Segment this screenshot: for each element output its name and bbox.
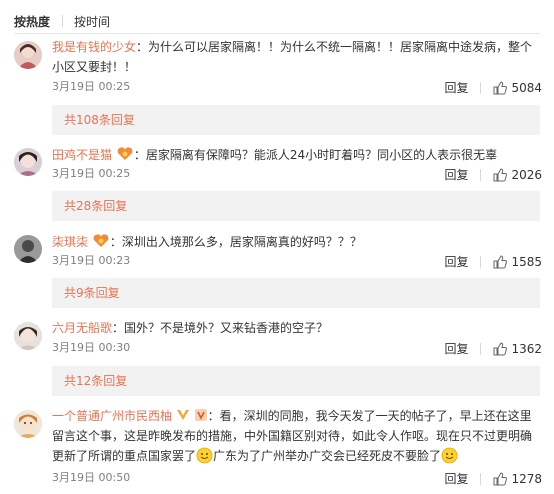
member-badge-icon — [194, 409, 207, 421]
comment-username[interactable]: 柒琪柒 — [52, 235, 88, 249]
thumbs-up-icon — [493, 471, 508, 485]
fan-badge-icon — [93, 234, 109, 247]
avatar[interactable] — [14, 322, 42, 350]
like-button[interactable]: 5084 — [493, 81, 542, 95]
replies-box: 共108条回复 — [52, 105, 540, 135]
comment-text: 六月无船歌：国外？不是境外？又来钻香港的空子？ — [52, 318, 538, 338]
tab-by-time[interactable]: 按时间 — [74, 13, 110, 30]
smile-emoji-icon — [196, 447, 213, 464]
sort-tabs: 按热度 按时间 — [14, 12, 110, 30]
replies-box: 共12条回复 — [52, 366, 540, 396]
like-button[interactable]: 1362 — [493, 342, 542, 356]
thumbs-up-icon — [493, 341, 508, 355]
comment-actions: 回复 2026 — [444, 166, 542, 183]
like-count: 2026 — [511, 167, 542, 182]
view-replies-link[interactable]: 共28条回复 — [64, 199, 127, 213]
like-button[interactable]: 2026 — [493, 168, 542, 182]
like-count: 1278 — [511, 471, 542, 486]
action-divider — [480, 168, 482, 181]
comment-text: 柒琪柒 ：深圳出入境那么多，居家隔离真的好吗？？？ — [52, 232, 538, 252]
comment-body: ：居家隔离有保障吗？能派人24小时盯着吗？同小区的人表示很无辜 — [133, 148, 498, 162]
comment-body: ：深圳出入境那么多，居家隔离真的好吗？？？ — [109, 235, 362, 249]
comment-body-continued: 广东为了广州举办广交会已经死皮不要脸了 — [213, 449, 442, 463]
action-divider — [480, 342, 482, 355]
reply-button[interactable]: 回复 — [444, 253, 468, 270]
thumbs-up-icon — [493, 254, 508, 268]
reply-button[interactable]: 回复 — [444, 166, 468, 183]
action-divider — [480, 472, 482, 485]
comment-time: 3月19日 00:25 — [52, 167, 131, 180]
comment-actions: 回复 5084 — [444, 79, 542, 96]
reply-button[interactable]: 回复 — [444, 79, 468, 96]
divider-line — [14, 33, 540, 34]
comment-username[interactable]: 六月无船歌 — [52, 321, 112, 335]
comment-text: 一个普通广州市民西柚 ：看，深圳的同胞，我今天发了一天的帖子了，早上还在这里留言… — [52, 406, 538, 466]
comment-username[interactable]: 我是有钱的少女 — [52, 40, 136, 54]
thumbs-up-icon — [493, 167, 508, 181]
replies-box: 共9条回复 — [52, 278, 540, 308]
like-count: 1585 — [511, 254, 542, 269]
action-divider — [480, 81, 482, 94]
comment-time: 3月19日 00:50 — [52, 471, 131, 484]
thumbs-up-icon — [493, 80, 508, 94]
action-divider — [480, 255, 482, 268]
smile-emoji-icon — [441, 447, 458, 464]
comment-actions: 回复 1362 — [444, 340, 542, 357]
like-button[interactable]: 1278 — [493, 472, 542, 486]
comment-username[interactable]: 一个普通广州市民西柚 — [52, 409, 172, 423]
like-count: 5084 — [511, 80, 542, 95]
like-count: 1362 — [511, 341, 542, 356]
comment-time: 3月19日 00:30 — [52, 341, 131, 354]
view-replies-link[interactable]: 共108条回复 — [64, 113, 135, 127]
avatar[interactable] — [14, 235, 42, 263]
view-replies-link[interactable]: 共9条回复 — [64, 286, 120, 300]
replies-box: 共28条回复 — [52, 191, 540, 221]
comment-text: 我是有钱的少女：为什么可以居家隔离！！为什么不统一隔离！！居家隔离中途发病，整个… — [52, 37, 538, 77]
verified-v-icon — [176, 410, 189, 420]
comment-actions: 回复 1278 — [444, 470, 542, 487]
like-button[interactable]: 1585 — [493, 255, 542, 269]
comment-username[interactable]: 田鸡不是猫 — [52, 148, 112, 162]
comment-time: 3月19日 00:23 — [52, 254, 131, 267]
tab-divider — [62, 15, 64, 27]
view-replies-link[interactable]: 共12条回复 — [64, 374, 127, 388]
comment-text: 田鸡不是猫 ：居家隔离有保障吗？能派人24小时盯着吗？同小区的人表示很无辜 — [52, 145, 538, 165]
avatar[interactable] — [14, 41, 42, 69]
comment-body: ：国外？不是境外？又来钻香港的空子？ — [112, 321, 329, 335]
comment-time: 3月19日 00:25 — [52, 80, 131, 93]
fan-badge-icon — [117, 147, 133, 160]
comment-actions: 回复 1585 — [444, 253, 542, 270]
avatar[interactable] — [14, 410, 42, 438]
reply-button[interactable]: 回复 — [444, 470, 468, 487]
reply-button[interactable]: 回复 — [444, 340, 468, 357]
tab-by-popularity[interactable]: 按热度 — [14, 13, 50, 30]
avatar[interactable] — [14, 148, 42, 176]
